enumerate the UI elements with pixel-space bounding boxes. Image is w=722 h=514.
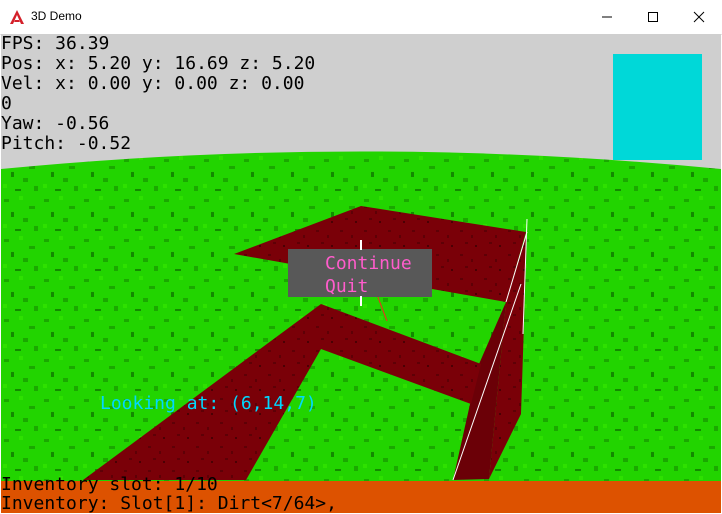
hud-yaw: Yaw: -0.56 xyxy=(1,113,110,134)
hud-fps: FPS: 36.39 xyxy=(1,34,110,54)
close-button[interactable] xyxy=(676,0,722,34)
hud-pitch: Pitch: -0.52 xyxy=(1,133,132,154)
minimize-icon xyxy=(602,16,612,18)
inventory-slot-label: Inventory slot: 1/10 xyxy=(1,474,218,495)
hud-extra: 0 xyxy=(1,93,12,114)
hud-position: Pos: x: 5.20 y: 16.69 z: 5.20 xyxy=(1,53,316,74)
crosshair-bottom xyxy=(360,296,362,306)
menu-continue[interactable]: Continue xyxy=(325,254,412,274)
game-viewport[interactable]: FPS: 36.39 Pos: x: 5.20 y: 16.69 z: 5.20… xyxy=(1,34,721,513)
maximize-button[interactable] xyxy=(630,0,676,34)
menu-quit[interactable]: Quit xyxy=(325,277,368,297)
hud-velocity: Vel: x: 0.00 y: 0.00 z: 0.00 xyxy=(1,73,305,94)
crosshair-top xyxy=(360,240,362,250)
looking-at-label: Looking at: (6,14,7) xyxy=(100,393,317,414)
window-titlebar[interactable]: 3D Demo xyxy=(0,0,722,35)
close-icon xyxy=(693,11,705,23)
maximize-icon xyxy=(648,12,658,22)
pause-menu: Continue Quit xyxy=(288,249,432,297)
minimap xyxy=(613,54,702,160)
inventory-contents: Inventory: Slot[1]: Dirt<7/64>, xyxy=(1,493,337,513)
red-a-logo-icon xyxy=(10,10,24,24)
minimize-button[interactable] xyxy=(584,0,630,34)
window-title: 3D Demo xyxy=(31,9,82,23)
